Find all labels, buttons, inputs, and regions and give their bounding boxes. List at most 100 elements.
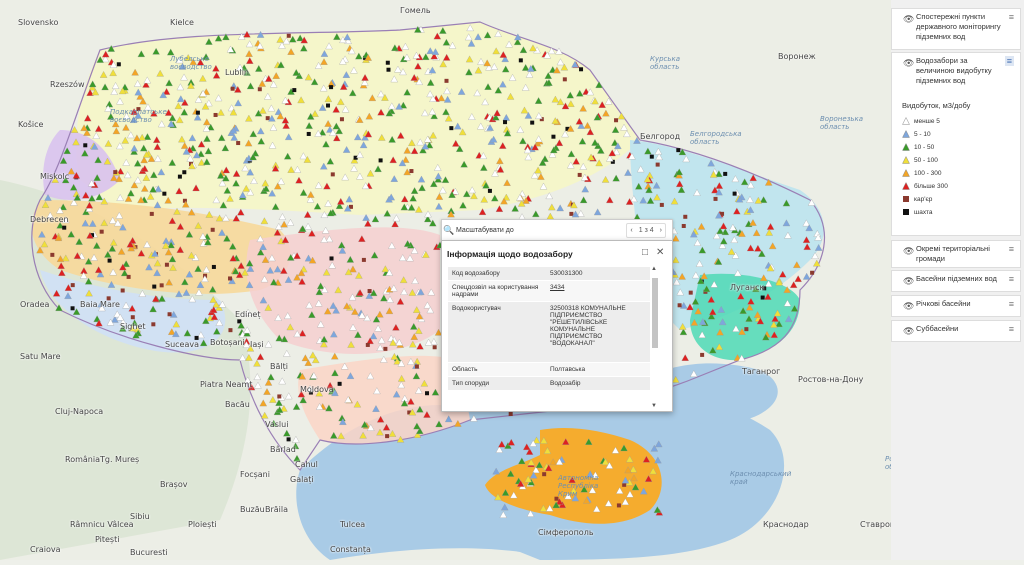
chevron-right-icon[interactable]: › xyxy=(657,227,665,234)
mine-marker[interactable] xyxy=(713,196,718,201)
mine-marker[interactable] xyxy=(569,211,574,216)
close-icon[interactable]: ✕ xyxy=(656,247,664,258)
mine-marker[interactable] xyxy=(162,191,167,196)
mine-marker[interactable] xyxy=(616,503,621,508)
mine-marker[interactable] xyxy=(732,191,737,196)
mine-marker[interactable] xyxy=(508,412,513,417)
mine-marker[interactable] xyxy=(503,120,508,125)
mine-marker[interactable] xyxy=(50,252,55,257)
mine-marker[interactable] xyxy=(385,60,390,65)
mine-marker[interactable] xyxy=(292,88,297,93)
mine-marker[interactable] xyxy=(329,85,334,90)
eye-icon[interactable]: 👁 xyxy=(903,246,914,257)
mine-marker[interactable] xyxy=(213,112,218,117)
layer-item-water-intakes[interactable]: 👁 Водозабори за величиною видобутку підз… xyxy=(891,52,1021,236)
mine-marker[interactable] xyxy=(551,134,556,139)
mine-marker[interactable] xyxy=(444,78,449,83)
mine-marker[interactable] xyxy=(449,126,454,131)
layer-item-river-basins[interactable]: 👁 Річкові басейни ≡ xyxy=(891,295,1021,317)
eye-icon[interactable]: 👁 xyxy=(903,301,914,312)
mine-marker[interactable] xyxy=(257,87,262,92)
mine-marker[interactable] xyxy=(116,62,121,67)
mine-marker[interactable] xyxy=(228,328,233,333)
mine-marker[interactable] xyxy=(130,315,135,320)
mine-marker[interactable] xyxy=(614,118,619,123)
mine-marker[interactable] xyxy=(228,276,233,281)
mine-marker[interactable] xyxy=(167,312,172,317)
mine-marker[interactable] xyxy=(177,174,182,179)
mine-marker[interactable] xyxy=(83,143,88,148)
mine-marker[interactable] xyxy=(70,306,75,311)
mine-marker[interactable] xyxy=(361,257,366,262)
layer-item-subbasins[interactable]: 👁 Суббасейни ≡ xyxy=(891,320,1021,342)
layer-menu-icon[interactable]: ≡ xyxy=(1009,244,1014,254)
mine-marker[interactable] xyxy=(120,288,125,293)
layer-item-groundwater-basins[interactable]: 👁 Басейни підземних вод ≡ xyxy=(891,270,1021,292)
mine-marker[interactable] xyxy=(159,283,164,288)
dock-icon[interactable]: □ xyxy=(642,247,648,258)
mine-marker[interactable] xyxy=(683,214,688,219)
mine-marker[interactable] xyxy=(744,327,749,332)
mine-marker[interactable] xyxy=(383,346,388,351)
mine-marker[interactable] xyxy=(62,225,67,230)
mine-marker[interactable] xyxy=(265,116,270,121)
mine-marker[interactable] xyxy=(562,77,567,82)
mine-marker[interactable] xyxy=(677,303,682,308)
eye-icon[interactable]: 👁 xyxy=(903,14,914,25)
mine-marker[interactable] xyxy=(577,172,582,177)
mine-marker[interactable] xyxy=(386,67,391,72)
mine-marker[interactable] xyxy=(723,171,728,176)
mine-marker[interactable] xyxy=(164,262,169,267)
scroll-down-icon[interactable]: ▼ xyxy=(651,403,657,409)
mine-marker[interactable] xyxy=(99,229,104,234)
mine-marker[interactable] xyxy=(700,352,705,357)
permit-link[interactable]: 3434 xyxy=(550,284,564,291)
mine-marker[interactable] xyxy=(107,258,112,263)
chevron-left-icon[interactable]: ‹ xyxy=(627,227,635,234)
mine-marker[interactable] xyxy=(230,86,235,91)
mine-marker[interactable] xyxy=(365,342,370,347)
scroll-up-icon[interactable]: ▲ xyxy=(651,266,657,272)
mine-marker[interactable] xyxy=(367,289,372,294)
layer-menu-icon[interactable]: ≡ xyxy=(1009,299,1014,309)
mine-marker[interactable] xyxy=(487,188,492,193)
layer-menu-icon[interactable]: ≡ xyxy=(1004,56,1014,66)
mine-marker[interactable] xyxy=(277,394,282,399)
mine-marker[interactable] xyxy=(211,264,216,269)
mine-marker[interactable] xyxy=(378,158,383,163)
zoom-to-label[interactable]: Масштабувати до xyxy=(456,227,626,234)
mine-marker[interactable] xyxy=(810,270,815,275)
mine-marker[interactable] xyxy=(286,437,291,442)
mine-marker[interactable] xyxy=(649,154,654,159)
mine-marker[interactable] xyxy=(326,103,331,108)
scroll-thumb[interactable] xyxy=(652,278,658,348)
mine-marker[interactable] xyxy=(70,283,75,288)
mine-marker[interactable] xyxy=(152,284,157,289)
layer-item-communities[interactable]: 👁 Окремі територіальні громади ≡ xyxy=(891,240,1021,268)
mine-marker[interactable] xyxy=(210,227,215,232)
mine-marker[interactable] xyxy=(286,33,291,38)
zoom-to-bar[interactable]: 🔍 Масштабувати до ‹ 1 з 4 › xyxy=(441,219,673,241)
layer-menu-icon[interactable]: ≡ xyxy=(1009,324,1014,334)
mine-marker[interactable] xyxy=(329,256,334,261)
search-icon[interactable]: 🔍 xyxy=(442,225,456,236)
popup-scrollbar[interactable]: ▲ ▼ xyxy=(651,266,659,409)
mine-marker[interactable] xyxy=(579,67,584,72)
mine-marker[interactable] xyxy=(195,110,200,115)
mine-marker[interactable] xyxy=(530,120,535,125)
layer-menu-icon[interactable]: ≡ xyxy=(1009,12,1014,22)
eye-icon[interactable]: 👁 xyxy=(903,326,914,337)
mine-marker[interactable] xyxy=(113,170,118,175)
mine-marker[interactable] xyxy=(432,345,437,350)
mine-marker[interactable] xyxy=(681,223,686,228)
mine-marker[interactable] xyxy=(236,141,241,146)
mine-marker[interactable] xyxy=(542,472,547,477)
eye-icon[interactable]: 👁 xyxy=(903,276,914,287)
layer-item-monitoring[interactable]: 👁 Спостережні пункти державного монітори… xyxy=(891,8,1021,50)
layer-menu-icon[interactable]: ≡ xyxy=(1009,274,1014,284)
mine-marker[interactable] xyxy=(306,131,311,136)
mine-marker[interactable] xyxy=(330,172,335,177)
mine-marker[interactable] xyxy=(518,58,523,63)
mine-marker[interactable] xyxy=(337,381,342,386)
mine-marker[interactable] xyxy=(182,170,187,175)
